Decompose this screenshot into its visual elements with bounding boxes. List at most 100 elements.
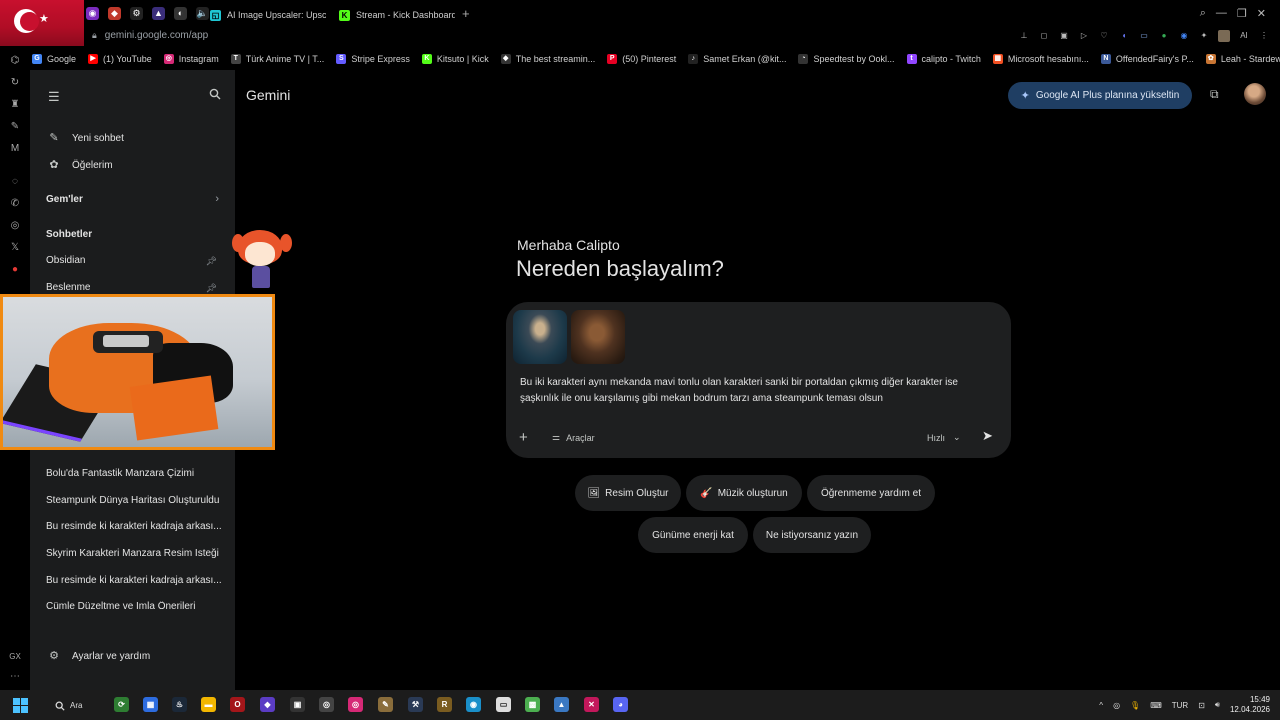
notes-icon[interactable]: ✎: [9, 121, 21, 133]
canvas-icon[interactable]: ⧉: [1210, 87, 1226, 101]
gaming-icon[interactable]: ♜: [9, 99, 21, 111]
chat-item[interactable]: Bu resimde ki karakteri kadraja arkası..…: [46, 575, 222, 586]
profile-icon[interactable]: [1218, 30, 1230, 42]
taskbar-search[interactable]: Ara: [55, 696, 101, 715]
keyboard-icon[interactable]: ⌨: [1150, 701, 1162, 710]
chip-energize-day[interactable]: Günüme enerji kat: [638, 517, 748, 553]
chat-item-pinned[interactable]: Beslenme: [46, 282, 222, 293]
obsidian-icon[interactable]: ◆: [260, 697, 275, 712]
opera-gx-icon[interactable]: O: [230, 697, 245, 712]
search-icon[interactable]: [209, 88, 221, 103]
chip-create-image[interactable]: 🖼 Resim Oluştur: [575, 475, 681, 511]
bookmark-item[interactable]: P (50) Pinterest: [607, 54, 676, 64]
extension-icon[interactable]: ▭: [1138, 30, 1150, 42]
chat-item[interactable]: Bu resimde ki karakteri kadraja arkası..…: [46, 521, 222, 532]
instagram-icon[interactable]: ◎: [9, 220, 21, 232]
chat-item-pinned[interactable]: Obsidian: [46, 255, 222, 266]
chip-help-me-learn[interactable]: Öğrenmeme yardım et: [807, 475, 935, 511]
bookmark-item[interactable]: T Türk Anime TV | T...: [230, 54, 324, 64]
volume-icon[interactable]: 🔊︎: [1215, 700, 1220, 710]
gems-heading[interactable]: Gem'ler: [46, 194, 83, 205]
folder-icon[interactable]: ▬: [201, 697, 216, 712]
chat-item[interactable]: Steampunk Dünya Haritası Oluşturuldu: [46, 495, 222, 506]
address-bar[interactable]: 🔒︎ gemini.google.com/app: [92, 30, 208, 41]
chat-item[interactable]: Cümle Düzeltme ve İmla Önerileri: [46, 601, 222, 612]
tray-app-icon[interactable]: ◎: [1113, 701, 1120, 710]
maximize-icon[interactable]: ❐: [1237, 7, 1247, 20]
chat-item[interactable]: Skyrim Karakteri Manzara Resim İsteği: [46, 548, 222, 559]
chip-create-music[interactable]: 🎸 Müzik oluşturun: [686, 475, 802, 511]
bookmark-item[interactable]: ◎ Instagram: [163, 54, 219, 64]
bookmark-item[interactable]: K Kitsuto | Kick: [421, 54, 489, 64]
taskbar-app-icon[interactable]: R: [437, 697, 452, 712]
more-icon[interactable]: ⋯: [9, 671, 21, 683]
extension-icon[interactable]: ◖: [1118, 30, 1130, 42]
taskbar-app-icon[interactable]: ▦: [143, 697, 158, 712]
bookmark-item[interactable]: G Google: [32, 54, 76, 64]
heart-icon[interactable]: ♡: [1098, 30, 1110, 42]
new-tab-icon[interactable]: +: [462, 7, 470, 20]
minecraft-icon[interactable]: ▩: [525, 697, 540, 712]
app-title[interactable]: Gemini: [246, 87, 290, 103]
discord-icon[interactable]: ◕: [613, 697, 628, 712]
ai-icon[interactable]: AI: [1238, 30, 1250, 42]
taskbar-app-icon[interactable]: ✎: [378, 697, 393, 712]
pinned-tab-icon[interactable]: ⚙: [130, 7, 143, 20]
search-tabs-icon[interactable]: ⌕: [1200, 7, 1206, 20]
send-icon[interactable]: ➤: [982, 428, 993, 444]
bookmark-item[interactable]: S Stripe Express: [336, 54, 410, 64]
url-text[interactable]: gemini.google.com/app: [105, 30, 208, 41]
language-indicator[interactable]: TUR: [1172, 701, 1188, 710]
bookmark-item[interactable]: N OffendedFairy's P...: [1100, 54, 1194, 64]
camera-icon[interactable]: ▣: [1058, 30, 1070, 42]
bookmark-item[interactable]: ◔ Speedtest by Ookl...: [798, 54, 895, 64]
chat-item[interactable]: Bolu'da Fantastik Manzara Çizimi: [46, 468, 222, 479]
steam-icon[interactable]: ♨: [172, 697, 187, 712]
avatar[interactable]: [1244, 83, 1266, 105]
pinned-tab-icon[interactable]: ▲: [152, 7, 165, 20]
add-attachment-icon[interactable]: +: [519, 429, 528, 446]
microphone-icon[interactable]: 🎙︎: [1130, 701, 1140, 710]
music-icon[interactable]: ●: [9, 264, 21, 276]
prompt-input[interactable]: Bu iki karakteri aynı mekanda mavi tonlu…: [520, 375, 995, 407]
pinned-tab-icon[interactable]: ◉: [86, 7, 99, 20]
obs-icon[interactable]: ▣: [290, 697, 305, 712]
my-items-button[interactable]: ✿ Öğelerim: [48, 159, 112, 171]
whatsapp-icon[interactable]: ✆: [9, 198, 21, 210]
bookmark-item[interactable]: ◆ The best streamin...: [500, 54, 595, 64]
tools-button[interactable]: ⚌ Araçlar: [552, 432, 595, 443]
taskbar-app-icon[interactable]: ◎: [319, 697, 334, 712]
x-icon[interactable]: 𝕏: [9, 242, 21, 254]
menu-icon[interactable]: ⋮: [1258, 30, 1270, 42]
taskbar-app-icon[interactable]: ✕: [584, 697, 599, 712]
screenshot-icon[interactable]: ◻: [1038, 30, 1050, 42]
taskbar-app-icon[interactable]: ▭: [496, 697, 511, 712]
windows-start-icon[interactable]: [13, 698, 28, 713]
model-speed-dropdown[interactable]: Hızlı ⌄: [927, 432, 961, 443]
attached-image-thumbnail[interactable]: [513, 310, 567, 364]
taskbar-app-icon[interactable]: ⚒: [408, 697, 423, 712]
play-icon[interactable]: ▷: [1078, 30, 1090, 42]
bookmark-item[interactable]: ▶ (1) YouTube: [88, 54, 152, 64]
puzzle-icon[interactable]: ✦: [1198, 30, 1210, 42]
network-icon[interactable]: ⊡: [1198, 701, 1205, 710]
upgrade-button[interactable]: ✦ Google AI Plus planına yükseltin: [1008, 82, 1192, 109]
bookmark-item[interactable]: ♪ Samet Erkan (@kit...: [688, 54, 786, 64]
chevron-up-icon[interactable]: ^: [1099, 701, 1103, 710]
instagram-icon[interactable]: ◎: [348, 697, 363, 712]
settings-help-button[interactable]: ⚙ Ayarlar ve yardım: [48, 650, 150, 662]
taskbar-app-icon[interactable]: ⟳: [114, 697, 129, 712]
pinned-tab-icon[interactable]: ◆: [108, 7, 121, 20]
bookmark-item[interactable]: ▦ Microsoft hesabını...: [992, 54, 1089, 64]
pin-icon[interactable]: ⊥: [1018, 30, 1030, 42]
bookmark-item[interactable]: t calipto - Twitch: [906, 54, 981, 64]
bookmark-item[interactable]: ✿ Leah - Stardew Va...: [1205, 54, 1280, 64]
extension-icon[interactable]: ●: [1158, 30, 1170, 42]
history-icon[interactable]: ↻: [9, 77, 21, 89]
tab-ai-image-upscaler[interactable]: ◱ AI Image Upscaler: Upsca: [210, 6, 326, 24]
close-icon[interactable]: ✕: [1257, 7, 1266, 20]
speaker-icon[interactable]: 🔈: [196, 7, 209, 20]
chevron-right-icon[interactable]: ›: [215, 193, 219, 205]
m-icon[interactable]: M: [9, 143, 21, 155]
messenger-icon[interactable]: ◌: [9, 176, 21, 188]
